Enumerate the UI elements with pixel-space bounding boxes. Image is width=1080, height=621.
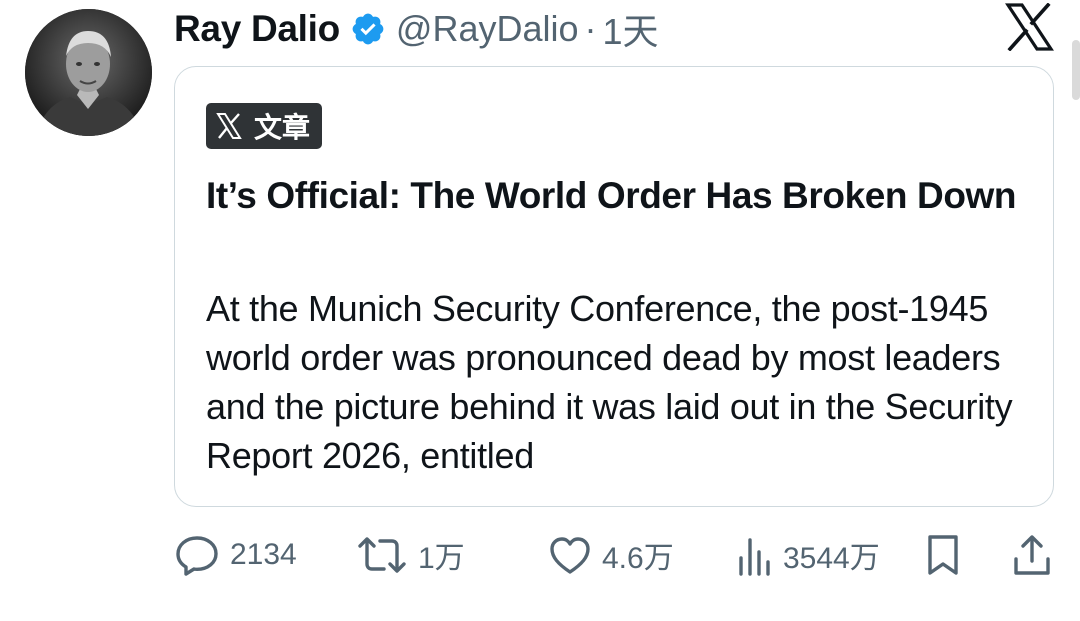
badge-label: 文章 — [254, 111, 311, 144]
article-card[interactable]: 文章 It’s Official: The World Order Has Br… — [174, 66, 1054, 507]
repost-button[interactable]: 1万 — [356, 530, 465, 580]
like-count: 4.6万 — [602, 542, 674, 575]
author-name[interactable]: Ray Dalio — [174, 8, 340, 50]
action-bar: 2134 1万 4.6万 3544万 — [174, 530, 1054, 580]
repost-icon — [356, 534, 408, 576]
heart-icon — [548, 534, 592, 576]
scrollbar[interactable] — [1072, 40, 1080, 100]
reply-button[interactable]: 2134 — [174, 530, 297, 580]
views-count: 3544万 — [783, 542, 880, 575]
share-icon — [1012, 533, 1052, 577]
avatar[interactable] — [25, 9, 152, 136]
article-excerpt: At the Munich Security Conference, the p… — [206, 288, 1013, 476]
author-handle[interactable]: @RayDalio — [396, 8, 579, 50]
verified-badge-icon — [350, 11, 386, 47]
article-title[interactable]: It’s Official: The World Order Has Broke… — [206, 171, 1036, 221]
article-badge: 文章 — [206, 103, 323, 149]
share-button[interactable] — [1012, 530, 1052, 580]
bookmark-icon — [925, 533, 961, 577]
x-logo-icon — [216, 113, 242, 139]
bookmark-button[interactable] — [925, 530, 961, 580]
reply-count: 2134 — [230, 538, 297, 571]
post-time[interactable]: 1天 — [603, 3, 659, 55]
separator-dot: · — [584, 8, 597, 49]
reply-icon — [174, 534, 220, 576]
views-button[interactable]: 3544万 — [737, 530, 880, 580]
post-header: Ray Dalio @RayDalio · 1天 — [174, 4, 659, 54]
repost-count: 1万 — [418, 542, 465, 575]
views-icon — [737, 534, 773, 576]
like-button[interactable]: 4.6万 — [548, 530, 674, 580]
x-logo-icon[interactable] — [1004, 2, 1054, 52]
